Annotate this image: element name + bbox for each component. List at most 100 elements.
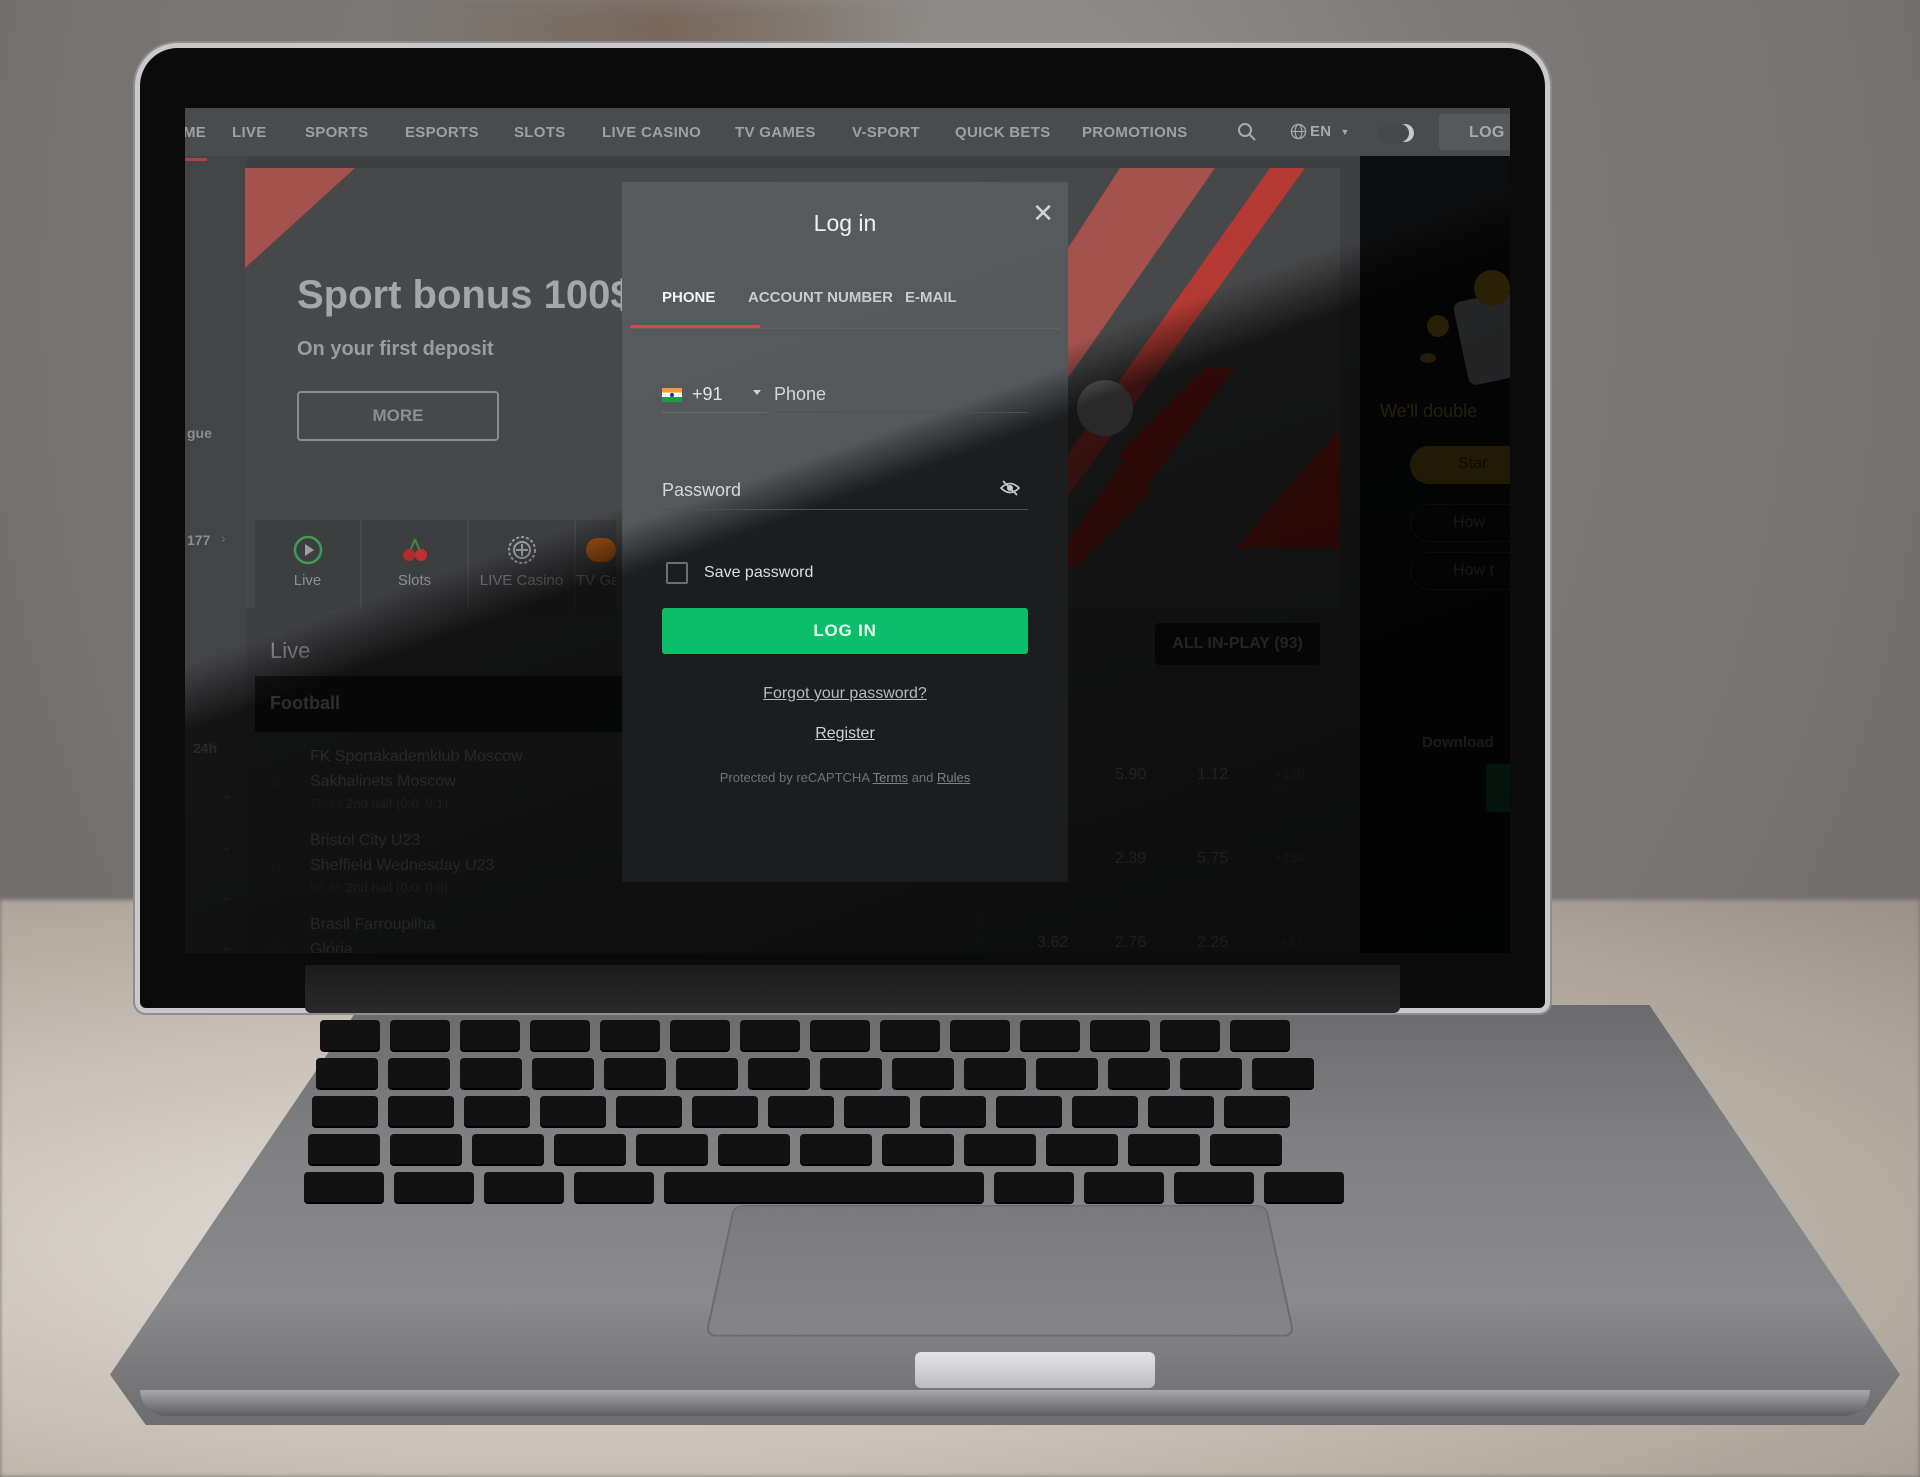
keyboard-key [1160, 1020, 1220, 1050]
forgot-password-link[interactable]: Forgot your password? [622, 685, 1068, 703]
category-live[interactable]: Live [255, 520, 360, 610]
tab-email[interactable]: E-MAIL [905, 289, 957, 306]
tab-account-number[interactable]: ACCOUNT NUMBER [748, 289, 893, 306]
keyboard-key [600, 1020, 660, 1050]
category-label: TV Ga [576, 572, 616, 589]
keyboard-key [1230, 1020, 1290, 1050]
odd-2[interactable]: 2.26 [1197, 934, 1228, 952]
keyboard-key [676, 1058, 738, 1088]
nav-item-v-sport[interactable]: V-SPORT [852, 124, 920, 141]
password-input[interactable] [662, 472, 1028, 510]
keyboard-key [464, 1096, 530, 1126]
nav-item-slots[interactable]: SLOTS [514, 124, 566, 141]
recaptcha-and: and [911, 770, 934, 785]
banner-more-button[interactable]: MORE [297, 391, 499, 441]
submit-login-button[interactable]: LOG IN [662, 608, 1028, 654]
all-in-play-button[interactable]: ALL IN-PLAY (93) [1155, 623, 1320, 665]
start-button[interactable]: Star [1410, 446, 1510, 484]
recaptcha-rules-link[interactable]: Rules [937, 770, 970, 785]
top-navigation: ME LIVE SPORTS ESPORTS SLOTS LIVE CASINO… [185, 108, 1510, 156]
keyboard-key [304, 1172, 384, 1202]
roulette-icon [507, 536, 536, 564]
keyboard-key [574, 1172, 654, 1202]
keyboard-key [554, 1134, 626, 1164]
active-indicator [185, 158, 207, 161]
login-button[interactable]: LOG I [1439, 114, 1510, 150]
keyboard-key [800, 1134, 872, 1164]
more-markets-button[interactable]: +154 ⌄ [1275, 850, 1304, 881]
caret-down-icon [753, 390, 761, 395]
nav-item-esports[interactable]: ESPORTS [405, 124, 479, 141]
odd-1[interactable]: 3.62 [1037, 934, 1068, 952]
team-away: Glória [310, 941, 353, 953]
nav-item-live[interactable]: LIVE [232, 124, 267, 141]
keyboard-key [1046, 1134, 1118, 1164]
cherries-icon [402, 538, 427, 561]
odd-2[interactable]: 5.75 [1197, 850, 1228, 868]
download-app-button[interactable] [1486, 764, 1510, 812]
keyboard-key [748, 1058, 810, 1088]
nav-item-sports[interactable]: SPORTS [305, 124, 368, 141]
close-icon[interactable]: ✕ [1032, 200, 1054, 226]
keyboard-key [390, 1020, 450, 1050]
match-row[interactable]: ☆ Brasil Farroupilha Glória 0 0 3.62 2.7… [255, 904, 1302, 953]
laptop-hinge [305, 965, 1400, 1013]
more-markets-button[interactable]: +27 ⌄ [1280, 934, 1302, 953]
chevron-down-icon[interactable]: ⌄ [221, 838, 233, 855]
filter-24h[interactable]: 24h [193, 740, 217, 756]
odd-x[interactable]: 2.76 [1115, 934, 1146, 952]
save-password-label: Save password [704, 564, 814, 581]
more-markets-button[interactable]: +120 ⌄ [1275, 766, 1304, 797]
theme-toggle[interactable] [1378, 123, 1416, 143]
nav-item-quick-bets[interactable]: QUICK BETS [955, 124, 1051, 141]
nav-item-promotions[interactable]: PROMOTIONS [1082, 124, 1188, 141]
team-away: Sheffield Wednesday U23 [310, 857, 495, 874]
language-selector[interactable]: EN ▼ [1290, 123, 1350, 140]
keyboard-key [740, 1020, 800, 1050]
column-header-x: X [1130, 688, 1139, 703]
keyboard-key [920, 1096, 986, 1126]
sidebar-count[interactable]: 177 [187, 532, 210, 548]
how-button-1[interactable]: How [1410, 504, 1510, 542]
eye-off-icon[interactable] [999, 480, 1021, 501]
search-icon[interactable] [1237, 122, 1257, 147]
laptop-trackpad [704, 1204, 1296, 1337]
category-label: Live [293, 572, 322, 589]
nav-item-home[interactable]: ME [185, 124, 206, 141]
favorite-star-icon[interactable]: ☆ [267, 936, 285, 953]
category-tv-games[interactable]: TV Ga [576, 520, 616, 610]
phone-input[interactable] [774, 377, 1028, 413]
recaptcha-terms-link[interactable]: Terms [873, 770, 908, 785]
keyboard-key [1210, 1134, 1282, 1164]
nav-item-tv-games[interactable]: TV GAMES [735, 124, 816, 141]
chevron-down-icon[interactable]: ⌄ [221, 938, 233, 953]
keyboard-key [460, 1020, 520, 1050]
save-password-checkbox[interactable] [666, 562, 688, 584]
category-live-casino[interactable]: LIVE Casino [469, 520, 574, 610]
register-link[interactable]: Register [622, 725, 1068, 743]
odd-x[interactable]: 5.90 [1115, 766, 1146, 784]
active-tab-indicator [630, 325, 760, 328]
favorite-star-icon[interactable]: ☆ [267, 768, 285, 793]
how-button-2[interactable]: How t [1410, 552, 1510, 590]
keyboard-key [604, 1058, 666, 1088]
keyboard-key [964, 1058, 1026, 1088]
tv-games-logo-icon [586, 538, 616, 562]
score-away: 0 [977, 932, 985, 947]
odd-x[interactable]: 2.39 [1115, 850, 1146, 868]
recaptcha-text: Protected by reCAPTCHA [719, 770, 870, 785]
category-slots[interactable]: Slots [362, 520, 467, 610]
chevron-down-icon[interactable]: ⌄ [221, 786, 233, 803]
keyboard-key [320, 1020, 380, 1050]
keyboard-key [892, 1058, 954, 1088]
tab-phone[interactable]: PHONE [662, 289, 715, 306]
sidebar-league-label[interactable]: gue [187, 425, 212, 441]
favorite-star-icon[interactable]: ☆ [267, 852, 285, 877]
nav-item-live-casino[interactable]: LIVE CASINO [602, 124, 701, 141]
chevron-down-icon[interactable]: ⌄ [221, 888, 233, 905]
country-code-select[interactable]: +91 [662, 377, 767, 413]
odd-2[interactable]: 1.12 [1197, 766, 1228, 784]
chevron-right-icon[interactable]: › [221, 530, 226, 546]
keyboard-key [950, 1020, 1010, 1050]
keyboard-key [1180, 1058, 1242, 1088]
